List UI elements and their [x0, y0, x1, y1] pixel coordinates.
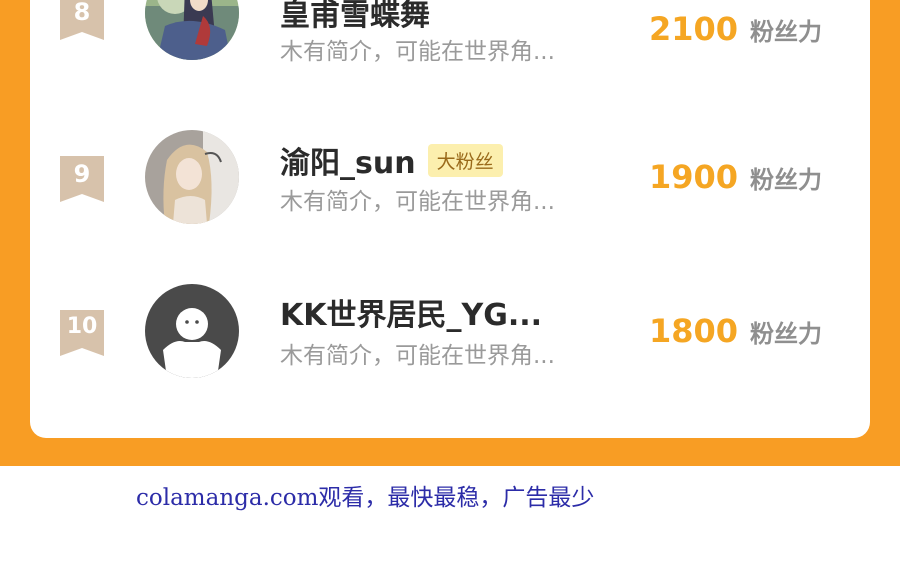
ranking-row[interactable]: 9 渝阳_sun 大粉丝 木有简介，可能在世界角... 1900 粉丝力: [30, 124, 870, 234]
fans-power-label: 粉丝力: [750, 18, 822, 46]
avatar[interactable]: [145, 0, 239, 60]
fans-power: 1900 粉丝力: [649, 158, 822, 196]
name-line: KK世界居民_YG...: [280, 290, 542, 334]
name-line: 皇甫雪蝶舞: [280, 0, 430, 34]
rank-ribbon: 10: [60, 310, 104, 356]
rank-ribbon: 9: [60, 156, 104, 202]
username[interactable]: KK世界居民_YG...: [280, 290, 542, 334]
fans-power: 1800 粉丝力: [649, 312, 822, 350]
fans-power-value: 2100: [648, 10, 738, 48]
user-intro: 木有简介，可能在世界角...: [280, 189, 555, 215]
ranking-row[interactable]: 10 KK世界居民_YG... 木有简介，可能在世界角... 1800 粉丝力: [30, 280, 870, 390]
fans-power-label: 粉丝力: [750, 166, 822, 194]
rank-number: 10: [66, 314, 98, 339]
default-user-avatar-icon: [145, 284, 239, 378]
fans-power-value: 1800: [648, 312, 738, 350]
name-line: 渝阳_sun 大粉丝: [280, 138, 503, 182]
fans-power: 2100 粉丝力: [649, 10, 822, 48]
username[interactable]: 皇甫雪蝶舞: [280, 0, 430, 34]
fans-power-label: 粉丝力: [750, 320, 822, 348]
user-intro: 木有简介，可能在世界角...: [280, 39, 555, 65]
illustrated-girl-avatar-icon: [145, 0, 239, 60]
username[interactable]: 渝阳_sun: [280, 138, 416, 182]
ranking-card: 8 皇甫雪蝶舞 木有简介，可能在世界角... 2100 粉丝力 9 渝阳_sun…: [30, 0, 870, 438]
footer-watermark-text: colamanga.com观看，最快最稳，广告最少: [136, 485, 595, 511]
ranking-row[interactable]: 8 皇甫雪蝶舞 木有简介，可能在世界角... 2100 粉丝力: [30, 0, 870, 82]
rank-number: 9: [73, 160, 91, 188]
photo-girl-avatar-icon: [145, 130, 239, 224]
avatar[interactable]: [145, 130, 239, 224]
big-fan-badge: 大粉丝: [427, 143, 503, 177]
user-intro: 木有简介，可能在世界角...: [280, 343, 555, 369]
avatar[interactable]: [145, 284, 239, 378]
rank-ribbon: 8: [60, 0, 104, 40]
rank-number: 8: [73, 0, 91, 26]
fans-power-value: 1900: [648, 158, 738, 196]
